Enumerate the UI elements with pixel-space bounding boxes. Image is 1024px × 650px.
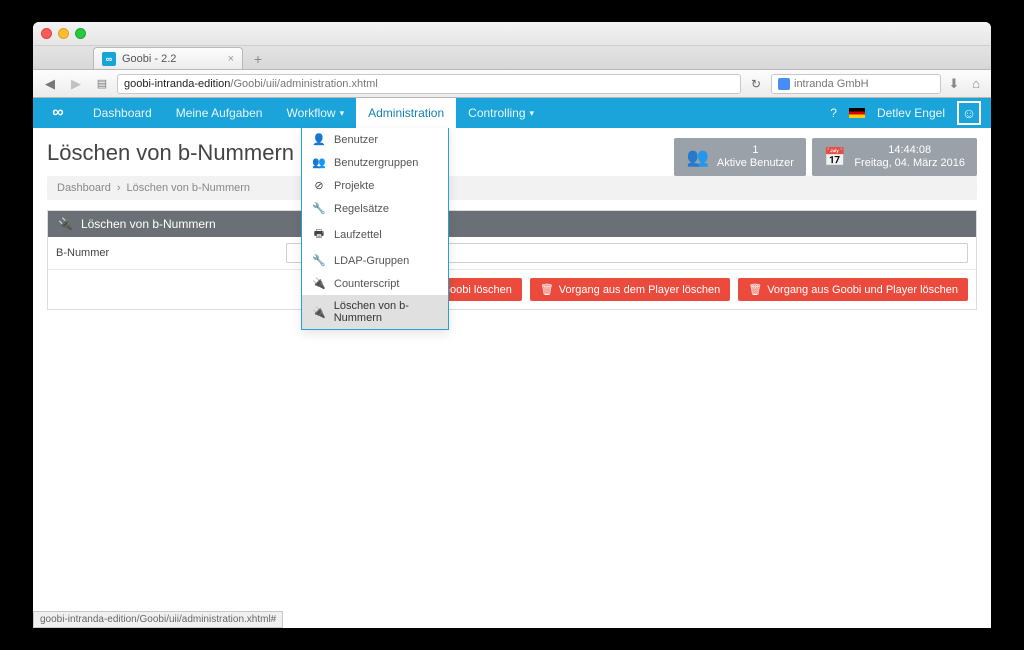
administration-dropdown: 👤Benutzer 👥Benutzergruppen ⊘Projekte 🔧Re… — [301, 128, 449, 330]
active-users-box: 👥 1 Aktive Benutzer — [674, 138, 805, 176]
app-navbar: ∞ Dashboard Meine Aufgaben Workflow ▾ Ad… — [33, 98, 991, 128]
time-value: 14:44:08 — [854, 144, 965, 157]
menu-counterscript[interactable]: 🔌Counterscript — [302, 272, 448, 295]
active-users-label: Aktive Benutzer — [717, 157, 794, 170]
window-titlebar — [33, 22, 991, 46]
nav-dashboard[interactable]: Dashboard — [81, 98, 164, 128]
breadcrumb-dashboard[interactable]: Dashboard — [57, 182, 111, 194]
trash-icon: 🗑 — [748, 283, 762, 296]
nav-meine-aufgaben[interactable]: Meine Aufgaben — [164, 98, 275, 128]
tab-title: Goobi - 2.2 — [122, 53, 176, 65]
browser-statusbar: goobi-intranda-edition/Goobi/uii/adminis… — [33, 611, 283, 628]
breadcrumb: Dashboard › Löschen von b-Nummern — [47, 176, 977, 200]
breadcrumb-current: Löschen von b-Nummern — [127, 182, 251, 194]
url-path: /Goobi/uii/administration.xhtml — [230, 78, 377, 90]
menu-benutzergruppen[interactable]: 👥Benutzergruppen — [302, 151, 448, 174]
forward-button[interactable]: ▶ — [65, 74, 87, 94]
menu-benutzer[interactable]: 👤Benutzer — [302, 128, 448, 151]
nav-controlling[interactable]: Controlling ▾ — [456, 98, 546, 128]
window-close-button[interactable] — [41, 28, 52, 39]
page-icon: ▤ — [91, 74, 113, 94]
breadcrumb-separator: › — [117, 182, 121, 194]
chevron-down-icon: ▾ — [530, 108, 535, 119]
menu-laufzettel[interactable]: 🖶Laufzettel — [302, 220, 448, 249]
users-icon: 👥 — [312, 156, 326, 169]
panel: 🔌 Löschen von b-Nummern B-Nummer 🗑Vorgan… — [47, 210, 977, 310]
search-placeholder: intranda GmbH — [794, 78, 869, 90]
menu-projekte[interactable]: ⊘Projekte — [302, 174, 448, 197]
wrench-icon: 🔧 — [312, 254, 326, 267]
menu-ldap-gruppen[interactable]: 🔧LDAP-Gruppen — [302, 249, 448, 272]
window-minimize-button[interactable] — [58, 28, 69, 39]
search-engine-icon — [778, 78, 790, 90]
plug-icon: 🔌 — [58, 217, 73, 231]
browser-toolbar: ◀ ▶ ▤ goobi-intranda-edition/Goobi/uii/a… — [33, 70, 991, 98]
url-host: goobi-intranda-edition — [124, 78, 230, 90]
wrench-icon: 🔧 — [312, 202, 326, 215]
chevron-down-icon: ▾ — [340, 108, 345, 119]
avatar[interactable]: ☺ — [957, 101, 981, 125]
panel-title: Löschen von b-Nummern — [81, 217, 216, 231]
ban-icon: ⊘ — [312, 179, 326, 192]
brand-logo[interactable]: ∞ — [43, 102, 71, 124]
url-field[interactable]: goobi-intranda-edition/Goobi/uii/adminis… — [117, 74, 741, 94]
bnummer-label: B-Nummer — [56, 247, 286, 259]
help-icon[interactable]: ? — [830, 106, 837, 120]
flag-de-icon[interactable] — [849, 108, 865, 118]
users-icon: 👥 — [686, 147, 708, 168]
browser-tab[interactable]: ∞ Goobi - 2.2 × — [93, 47, 243, 69]
active-users-count: 1 — [717, 144, 794, 157]
menu-regelsaetze[interactable]: 🔧Regelsätze — [302, 197, 448, 220]
user-name[interactable]: Detlev Engel — [877, 106, 945, 120]
download-icon[interactable]: ⬇ — [945, 76, 963, 92]
date-value: Freitag, 04. März 2016 — [854, 157, 965, 170]
home-icon[interactable]: ⌂ — [967, 76, 985, 91]
delete-from-both-button[interactable]: 🗑Vorgang aus Goobi und Player löschen — [738, 278, 968, 301]
user-icon: 👤 — [312, 133, 326, 146]
nav-administration[interactable]: Administration — [356, 98, 456, 128]
tab-close-icon[interactable]: × — [228, 53, 234, 65]
browser-tabstrip: ∞ Goobi - 2.2 × + — [33, 46, 991, 70]
reload-button[interactable]: ↻ — [745, 77, 767, 91]
window-zoom-button[interactable] — [75, 28, 86, 39]
search-field[interactable]: intranda GmbH — [771, 74, 941, 94]
panel-header: 🔌 Löschen von b-Nummern — [48, 211, 976, 237]
back-button[interactable]: ◀ — [39, 74, 61, 94]
datetime-box: 📅 14:44:08 Freitag, 04. März 2016 — [812, 138, 977, 176]
menu-loeschen-b-nummern[interactable]: 🔌Löschen von b-Nummern — [302, 295, 448, 329]
favicon-icon: ∞ — [102, 52, 116, 66]
trash-icon: 🗑 — [540, 283, 554, 296]
plug-icon: 🔌 — [312, 306, 326, 319]
calendar-icon: 📅 — [824, 147, 846, 168]
print-icon: 🖶 — [312, 225, 326, 244]
new-tab-button[interactable]: + — [247, 49, 269, 69]
nav-workflow[interactable]: Workflow ▾ — [274, 98, 356, 128]
delete-from-player-button[interactable]: 🗑Vorgang aus dem Player löschen — [530, 278, 730, 301]
plug-icon: 🔌 — [312, 277, 326, 290]
